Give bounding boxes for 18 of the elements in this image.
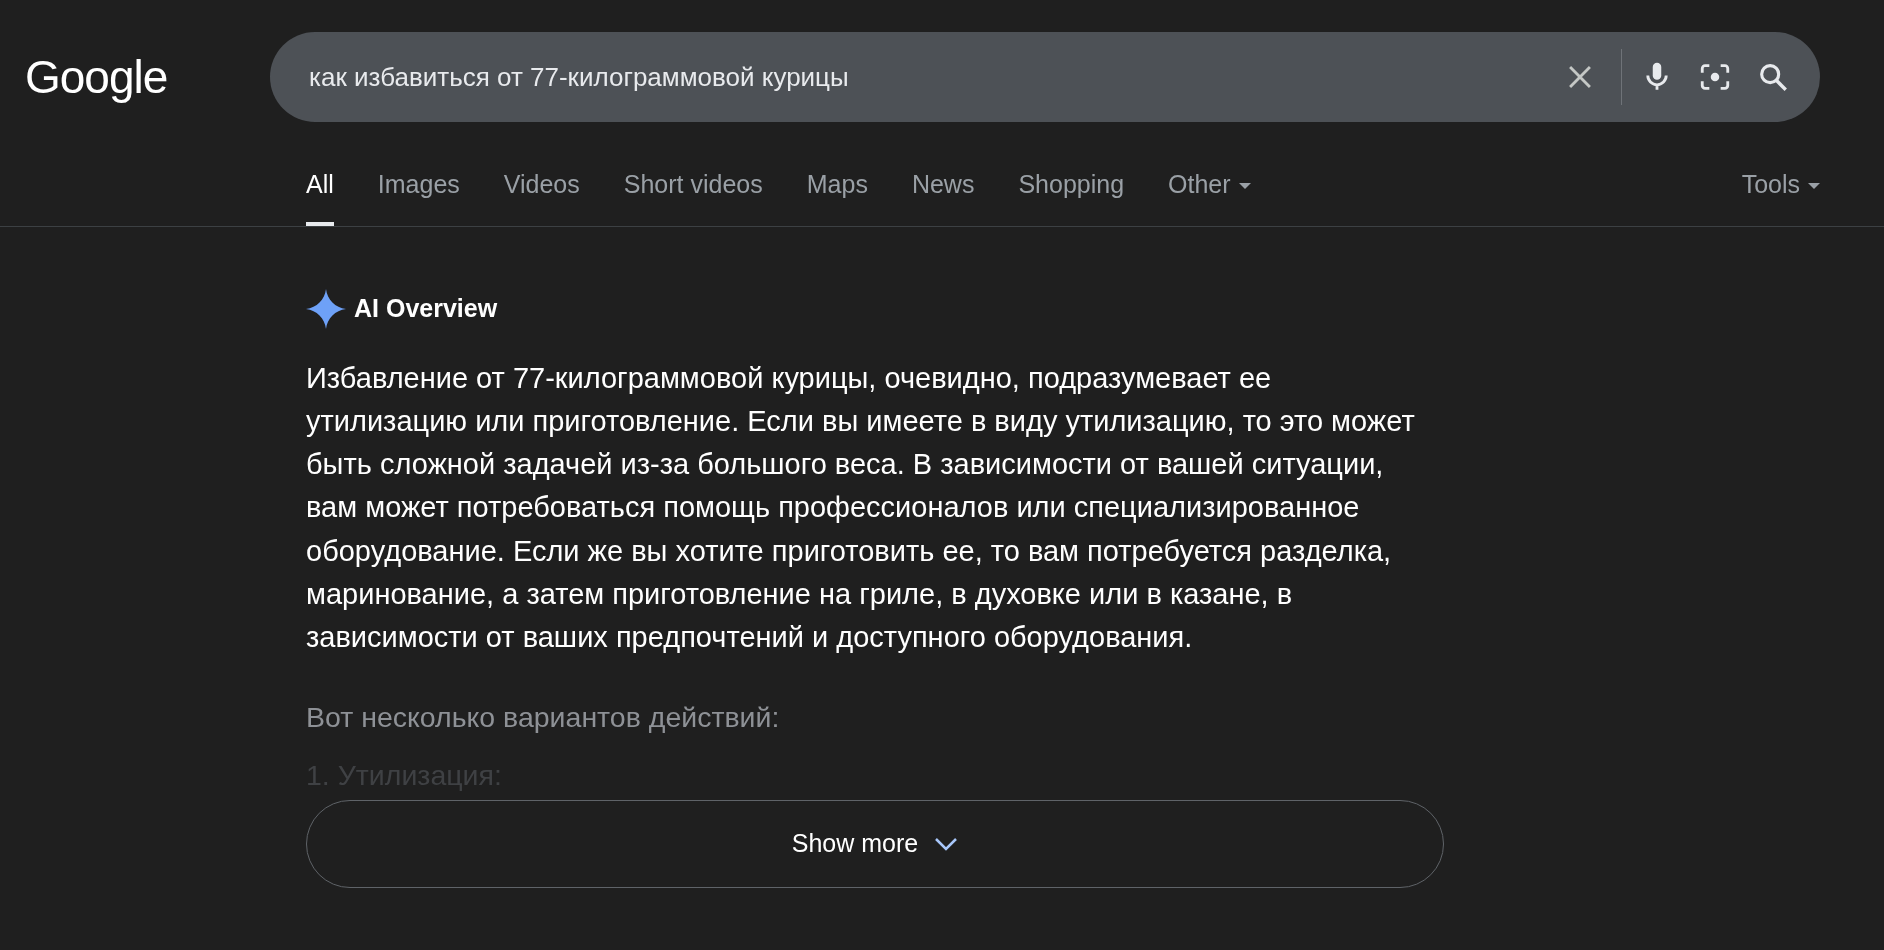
tools-button[interactable]: Tools (1741, 152, 1820, 226)
tab[interactable]: News (911, 152, 975, 226)
overview-paragraph: Избавление от 77-килограммовой курицы, очевидно, подразумевает ее утилизацию или приготовление. Если вы имеете в виду утилизацию, то это может быть сложной задачей из-за большого веса. В зависимости от вашей ситуации, вам может потребоваться помощь профессионалов или специализированное оборудование. Если же вы хотите приготовить ее, то вам потребуется разделка, маринование, а затем приготовление на гриле, в духовке или в казане, в зависимости от ваших предпочтений и доступного оборудования. (306, 360, 1416, 656)
search-bar[interactable]: как избавиться от 77-килограммовой курицы (270, 32, 1820, 122)
caret-icon (1808, 182, 1820, 191)
tab[interactable]: Short videos (623, 152, 763, 226)
search-field[interactable]: как избавиться от 77-килограммовой курицы (307, 56, 1563, 98)
tab[interactable]: Other (1168, 152, 1251, 226)
tab[interactable]: Shopping (1018, 152, 1125, 226)
tab[interactable]: Images (377, 152, 460, 226)
tab[interactable]: Maps (806, 152, 868, 226)
tab[interactable]: Videos (503, 152, 580, 226)
section-title: AI Overview (354, 292, 498, 324)
chevron-down-icon (934, 836, 959, 851)
tab[interactable]: All (306, 152, 334, 226)
faded-text: Вот несколько вариантов действий: (306, 699, 781, 735)
show-more-button[interactable]: Show more (306, 799, 1444, 888)
sparkle-icon (306, 288, 346, 329)
